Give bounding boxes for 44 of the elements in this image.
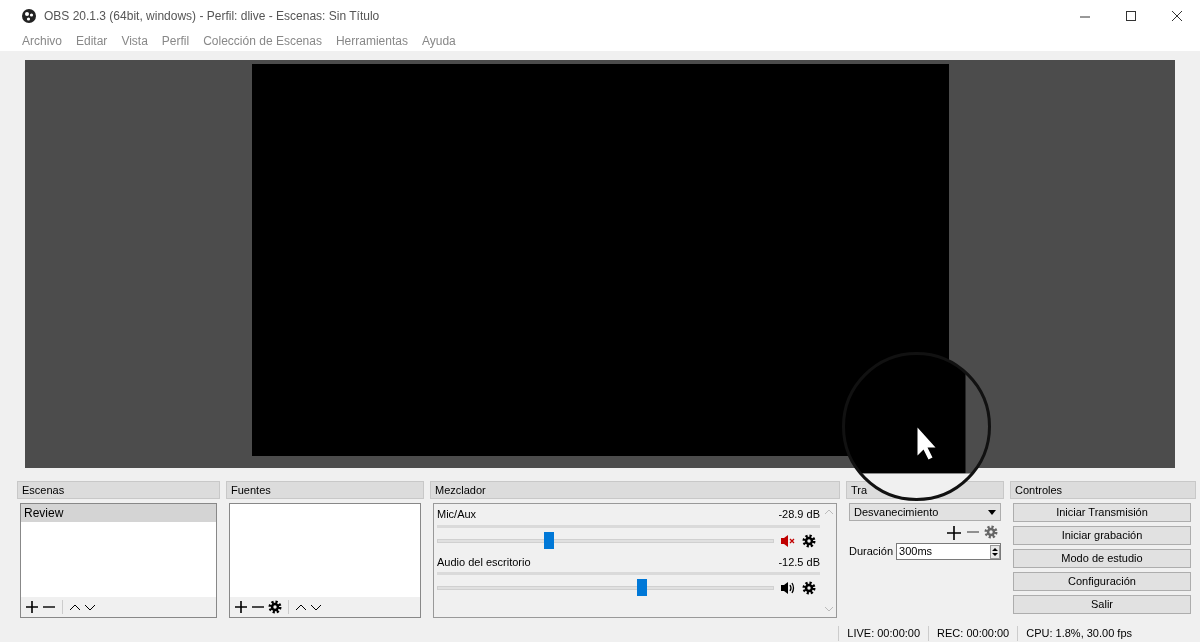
menu-item[interactable]: Editar — [76, 32, 108, 50]
add-icon[interactable] — [234, 600, 248, 614]
volume-reading: -28.9 dB — [778, 507, 820, 522]
menu-item[interactable]: Vista — [121, 32, 148, 50]
dock-title: Mezclador — [430, 481, 840, 499]
channel-name: Audio del escritorio — [437, 554, 531, 570]
dock-title: Escenas — [17, 481, 220, 499]
dock-title: Fuentes — [226, 481, 424, 499]
volume-slider-thumb[interactable] — [543, 531, 554, 549]
control-button[interactable]: Modo de estudio — [1013, 549, 1191, 568]
select-value: Desvanecimiento — [854, 504, 939, 520]
transition-select[interactable]: Desvanecimiento — [849, 503, 1001, 521]
spinner-arrows-icon[interactable] — [990, 544, 1000, 559]
menu-item[interactable]: Perfil — [161, 32, 190, 50]
close-icon — [1170, 10, 1184, 21]
maximize-icon — [1124, 10, 1138, 21]
add-icon[interactable] — [946, 525, 962, 541]
menu-item[interactable]: Ayuda — [421, 32, 456, 50]
speaker-icon[interactable] — [780, 581, 796, 595]
dock-title: Controles — [1010, 481, 1196, 499]
settings-icon[interactable] — [802, 581, 816, 595]
app-logo-icon — [22, 8, 36, 23]
duration-label: Duración — [849, 544, 894, 560]
volume-reading: -12.5 dB — [778, 554, 820, 570]
add-icon[interactable] — [25, 600, 39, 614]
duration-field[interactable]: 300ms — [896, 543, 1001, 560]
menu-item[interactable]: Colección de Escenas — [203, 32, 322, 50]
scene-item[interactable]: Review — [21, 504, 216, 522]
menu-item[interactable]: Archivo — [22, 32, 62, 50]
menu-item[interactable]: Herramientas — [335, 32, 408, 50]
volume-slider-thumb[interactable] — [637, 579, 648, 596]
status-text: REC: 00:00:00 — [928, 626, 1018, 641]
control-button[interactable]: Salir — [1013, 595, 1191, 614]
control-button[interactable]: Iniciar Transmisión — [1013, 503, 1191, 522]
status-text: LIVE: 00:00:00 — [838, 626, 929, 641]
settings-icon[interactable] — [802, 533, 816, 548]
speaker-muted-icon[interactable] — [780, 533, 796, 548]
channel-name: Mic/Aux — [437, 507, 477, 522]
dropdown-caret-icon — [988, 509, 996, 515]
window-title: OBS 20.1.3 (64bit, windows) - Perfil: dlive - Escenas: Sin Título — [44, 7, 380, 25]
control-button[interactable]: Iniciar grabación — [1013, 526, 1191, 545]
control-button[interactable]: Configuración — [1013, 572, 1191, 591]
settings-icon[interactable] — [268, 600, 282, 614]
status-text: CPU: 1.8%, 30.00 fps — [1017, 626, 1140, 641]
